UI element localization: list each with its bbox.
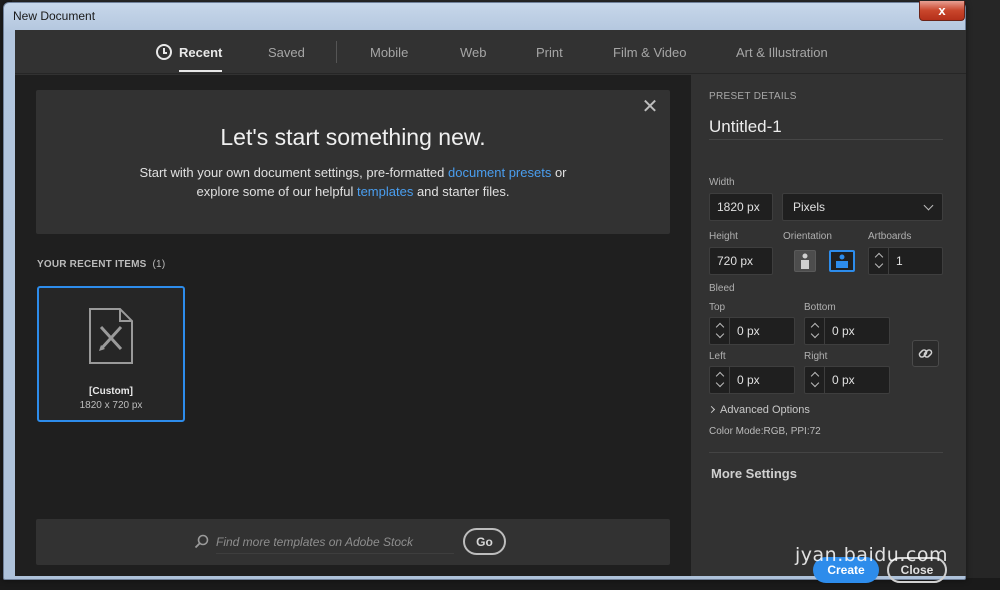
welcome-banner: ✕ Let's start something new. Start with …: [36, 90, 670, 234]
tab-film-video[interactable]: Film & Video: [613, 30, 686, 74]
preset-tab-bar: Recent Saved Mobile Web Print Film & Vid…: [15, 30, 966, 74]
stock-search-input[interactable]: [216, 530, 454, 554]
link-bleed-button[interactable]: [912, 340, 939, 367]
bleed-bottom-value: 0 px: [832, 324, 855, 338]
tab-web[interactable]: Web: [460, 30, 487, 74]
artboards-label: Artboards: [868, 231, 912, 242]
search-icon: [194, 534, 209, 549]
divider: [709, 452, 943, 453]
welcome-text-line2-post: and starter files.: [413, 184, 510, 199]
welcome-text-line1-post: or: [551, 165, 567, 180]
bleed-left-label: Left: [709, 351, 726, 362]
welcome-text-line1-pre: Start with your own document settings, p…: [139, 165, 448, 180]
stock-search-bar: Go: [36, 519, 670, 565]
bleed-label: Bleed: [709, 283, 735, 294]
close-icon[interactable]: ✕: [640, 97, 660, 117]
chevron-down-icon: [715, 378, 725, 388]
bleed-left-stepper[interactable]: 0 px: [709, 366, 795, 394]
recent-items-heading: YOUR RECENT ITEMS (1): [37, 259, 165, 270]
stepper-arrows[interactable]: [710, 367, 730, 393]
bleed-left-value: 0 px: [737, 373, 760, 387]
welcome-text-line2-pre: explore some of our helpful: [196, 184, 357, 199]
tab-recent[interactable]: Recent: [156, 30, 223, 74]
bleed-bottom-stepper[interactable]: 0 px: [804, 317, 890, 345]
stepper-arrows[interactable]: [805, 367, 825, 393]
welcome-text: Start with your own document settings, p…: [36, 163, 670, 201]
document-presets-link[interactable]: document presets: [448, 165, 551, 180]
portrait-icon: [801, 253, 809, 269]
watermark-text: jyan.baidu.com: [795, 544, 948, 566]
bleed-right-stepper[interactable]: 0 px: [804, 366, 890, 394]
more-settings-button[interactable]: More Settings: [711, 466, 797, 481]
preset-details-pane: PRESET DETAILS Width 1820 px Pixels Heig…: [691, 75, 966, 583]
tab-recent-label: Recent: [179, 44, 223, 60]
bleed-right-value: 0 px: [832, 373, 855, 387]
chevron-down-icon: [715, 329, 725, 339]
width-input[interactable]: 1820 px: [709, 193, 773, 221]
landscape-icon: [836, 254, 848, 268]
templates-link[interactable]: templates: [357, 184, 413, 199]
recent-items-count: (1): [152, 259, 166, 270]
chevron-right-icon: [707, 405, 716, 414]
tab-divider: [336, 41, 337, 63]
recent-item-card[interactable]: [Custom] 1820 x 720 px: [37, 286, 185, 422]
go-button[interactable]: Go: [463, 528, 506, 555]
orientation-label: Orientation: [783, 231, 832, 242]
tab-print[interactable]: Print: [536, 30, 563, 74]
welcome-title: Let's start something new.: [220, 124, 486, 150]
recent-item-size: 1820 x 720 px: [79, 400, 143, 411]
clock-icon: [156, 44, 172, 60]
stepper-arrows[interactable]: [710, 318, 730, 344]
artboards-stepper[interactable]: 1: [868, 247, 943, 275]
height-input[interactable]: 720 px: [709, 247, 773, 275]
window-close-button[interactable]: x: [919, 1, 965, 21]
tab-mobile[interactable]: Mobile: [370, 30, 408, 74]
window-frame: New Document x Recent Saved Mobile Web P…: [3, 1, 966, 583]
recent-pane: ✕ Let's start something new. Start with …: [15, 75, 691, 576]
tab-art-illustration[interactable]: Art & Illustration: [736, 30, 828, 74]
chevron-down-icon: [810, 329, 820, 339]
chevron-down-icon: [923, 200, 934, 211]
unit-select[interactable]: Pixels: [782, 193, 943, 221]
bleed-bottom-label: Bottom: [804, 302, 836, 313]
bleed-top-stepper[interactable]: 0 px: [709, 317, 795, 345]
document-name-input[interactable]: [709, 114, 943, 140]
width-label: Width: [709, 177, 735, 188]
preset-details-title: PRESET DETAILS: [709, 91, 797, 102]
advanced-options-toggle[interactable]: Advanced Options: [707, 404, 810, 416]
recent-item-name: [Custom]: [89, 386, 133, 397]
color-mode-summary: Color Mode:RGB, PPI:72: [709, 426, 821, 437]
stepper-arrows[interactable]: [805, 318, 825, 344]
landscape-orientation-button[interactable]: [829, 250, 855, 272]
tab-saved[interactable]: Saved: [268, 30, 305, 74]
height-label: Height: [709, 231, 738, 242]
chevron-down-icon: [810, 378, 820, 388]
link-icon: [918, 349, 933, 358]
new-document-dialog: Recent Saved Mobile Web Print Film & Vid…: [15, 30, 966, 583]
desktop-background-right: [964, 0, 1000, 590]
portrait-orientation-button[interactable]: [794, 250, 816, 272]
bleed-right-label: Right: [804, 351, 828, 362]
bleed-top-value: 0 px: [737, 324, 760, 338]
stepper-arrows[interactable]: [869, 248, 889, 274]
chevron-down-icon: [874, 259, 884, 269]
window-title: New Document: [13, 9, 96, 23]
bleed-top-label: Top: [709, 302, 726, 313]
advanced-options-label: Advanced Options: [720, 404, 810, 416]
unit-select-value: Pixels: [793, 200, 826, 214]
artboards-value: 1: [896, 254, 903, 268]
recent-items-label: YOUR RECENT ITEMS: [37, 259, 147, 270]
document-icon: [89, 308, 133, 364]
